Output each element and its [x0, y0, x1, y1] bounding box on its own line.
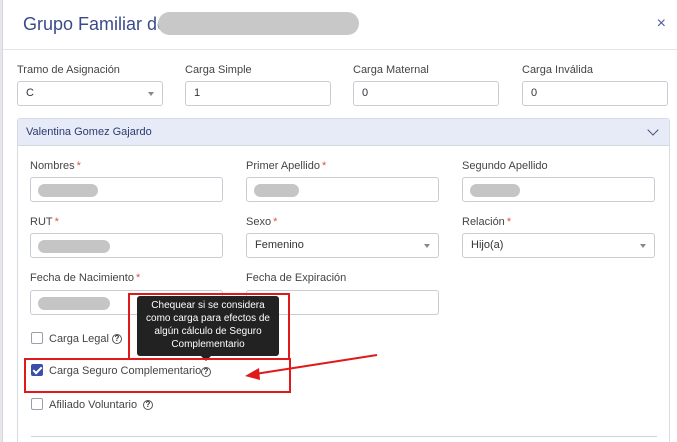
primer-apellido-label: Primer Apellido *	[246, 160, 327, 172]
fecha-expiracion-label: Fecha de Expiración	[246, 272, 347, 284]
carga-simple-value: 1	[194, 87, 201, 99]
carga-maternal-label: Carga Maternal	[353, 64, 429, 76]
redacted-value	[38, 297, 110, 310]
carga-maternal-input[interactable]: 0	[353, 81, 499, 106]
relacion-label: Relación *	[462, 216, 512, 228]
help-icon[interactable]: ?	[143, 400, 153, 410]
annotation-arrow	[245, 354, 378, 380]
nombres-label: Nombres *	[30, 160, 81, 172]
redacted-name	[158, 12, 359, 35]
carga-legal-checkbox[interactable]	[31, 332, 43, 344]
tramo-value: C	[26, 87, 34, 99]
rut-label: RUT *	[30, 216, 59, 228]
chevron-down-icon	[148, 92, 154, 96]
divider	[31, 436, 657, 437]
sexo-label: Sexo *	[246, 216, 278, 228]
member-panel-header[interactable]: Valentina Gomez Gajardo	[18, 119, 669, 146]
afiliado-voluntario-checkbox[interactable]	[31, 398, 43, 410]
modal-title: Grupo Familiar de	[23, 14, 168, 34]
nombres-input[interactable]	[30, 177, 223, 202]
carga-invalida-label: Carga Inválida	[522, 64, 593, 76]
sexo-value: Femenino	[255, 239, 304, 251]
carga-maternal-value: 0	[362, 87, 369, 99]
primer-apellido-input[interactable]	[246, 177, 439, 202]
tramo-select[interactable]: C	[17, 81, 163, 106]
carga-simple-label: Carga Simple	[185, 64, 252, 76]
sexo-select[interactable]: Femenino	[246, 233, 439, 258]
redacted-value	[38, 184, 98, 197]
relacion-value: Hijo(a)	[471, 239, 504, 251]
member-name: Valentina Gomez Gajardo	[26, 126, 152, 138]
segundo-apellido-input[interactable]	[462, 177, 655, 202]
afiliado-voluntario-label: Afiliado Voluntario	[49, 399, 138, 411]
carga-legal-label: Carga Legal	[49, 333, 109, 345]
redacted-value	[254, 184, 299, 197]
modal-header: Grupo Familiar de ×	[3, 0, 677, 50]
chevron-down-icon	[424, 244, 430, 248]
redacted-value	[38, 240, 110, 253]
fecha-nacimiento-label: Fecha de Nacimiento *	[30, 272, 141, 284]
rut-input[interactable]	[30, 233, 223, 258]
carga-invalida-value: 0	[531, 87, 538, 99]
tramo-label: Tramo de Asignación	[17, 64, 120, 76]
relacion-select[interactable]: Hijo(a)	[462, 233, 655, 258]
redacted-value	[470, 184, 520, 197]
chevron-down-icon[interactable]	[647, 124, 659, 136]
close-icon[interactable]: ×	[657, 15, 666, 33]
carga-invalida-input[interactable]: 0	[522, 81, 668, 106]
help-icon[interactable]: ?	[112, 334, 122, 344]
carga-simple-input[interactable]: 1	[185, 81, 331, 106]
chevron-down-icon	[640, 244, 646, 248]
grupo-familiar-modal: Grupo Familiar de × Tramo de Asignación …	[2, 0, 677, 442]
segundo-apellido-label: Segundo Apellido	[462, 160, 548, 172]
